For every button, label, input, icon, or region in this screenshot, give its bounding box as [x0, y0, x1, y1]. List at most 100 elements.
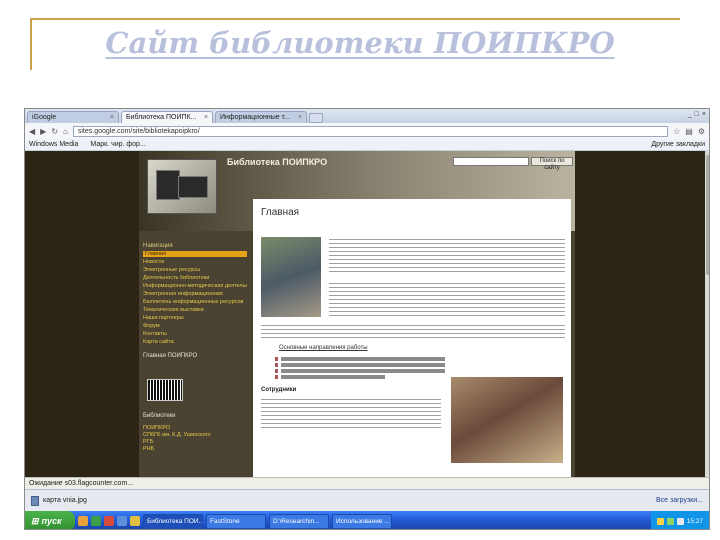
staff-heading: Сотрудники [261, 387, 297, 393]
body-text [261, 325, 565, 341]
close-icon[interactable]: × [298, 114, 302, 121]
tray-icon[interactable] [666, 517, 674, 525]
slide-title: Сайт библиотеки ПОИПКРО [105, 26, 615, 60]
minimize-icon[interactable]: _ [688, 111, 692, 118]
quicklaunch-icon[interactable] [130, 516, 140, 526]
star-icon[interactable]: ☆ [673, 127, 680, 136]
list-item [275, 375, 385, 379]
new-tab-button[interactable] [309, 113, 323, 123]
close-window-icon[interactable]: × [702, 111, 706, 118]
taskbar-item-library[interactable]: Библиотека ПОИ... [143, 513, 203, 529]
forward-icon[interactable]: ▶ [40, 127, 46, 136]
list-item [275, 357, 445, 361]
downloads-bar: карта vnia.jpg Все загрузки... [25, 489, 709, 511]
start-button[interactable]: ⊞ пуск [25, 511, 75, 529]
book-shape [178, 176, 208, 198]
bookmark-windows-media[interactable]: Windows Media [29, 141, 78, 148]
tray-icon[interactable] [656, 517, 664, 525]
download-filename: карта vnia.jpg [43, 497, 87, 504]
taskbar-item-folder[interactable]: D:\Researchin... [269, 513, 329, 529]
tab-library[interactable]: Библиотека ПОИПК... × [121, 111, 213, 123]
list-item [275, 363, 445, 367]
tab-strip: iGoogle × Библиотека ПОИПК... × Информацио… [25, 109, 709, 123]
taskbar-item-document[interactable]: Использование ... [332, 513, 392, 529]
maximize-icon[interactable]: □ [695, 111, 699, 118]
quicklaunch-icon[interactable] [117, 516, 127, 526]
nav-item-contacts[interactable]: Контакты [143, 331, 247, 337]
page-menu-icon[interactable]: ▤ [685, 127, 693, 136]
nav-sub-heading[interactable]: Главная ПОИПКРО [143, 353, 197, 359]
back-icon[interactable]: ◀ [29, 127, 35, 136]
tab-information[interactable]: Информационные т... × [215, 111, 307, 123]
nav-item-activity[interactable]: Деятельность библиотеки [143, 275, 247, 281]
taskbar-item-faststone[interactable]: FastStone [206, 513, 266, 529]
tab-label: Информационные т... [220, 114, 290, 121]
staff-text [261, 399, 441, 431]
windows-logo-icon: ⊞ [31, 515, 39, 526]
library-site: Библиотека ПОИПКРО Поиск по сайту Навига… [139, 151, 575, 477]
browser-screenshot: iGoogle × Библиотека ПОИПК... × Информацио… [24, 108, 710, 530]
tray-icon[interactable] [676, 517, 684, 525]
all-downloads-link[interactable]: Все загрузки... [656, 497, 703, 504]
nav-item-bulletin[interactable]: Бюллетень информационных ресурсов [143, 299, 247, 305]
reload-icon[interactable]: ↻ [51, 127, 58, 136]
start-label: пуск [41, 516, 62, 526]
windows-taskbar: ⊞ пуск Библиотека ПОИ... FastStone D:\Re… [25, 511, 709, 529]
nav-item-forum[interactable]: Форум [143, 323, 247, 329]
bookmarks-bar: Windows Media Марк. чир. фор... Другие з… [25, 139, 709, 151]
system-tray: 15:27 [650, 511, 709, 529]
nav-item-sitemap[interactable]: Карта сайта [143, 339, 247, 345]
nav-item-home[interactable]: Главная [143, 251, 247, 257]
barcode-image [147, 379, 183, 401]
address-bar[interactable]: sites.google.com/site/bibliotekapoipkro/ [72, 125, 669, 137]
home-icon[interactable]: ⌂ [63, 127, 68, 136]
quicklaunch-icon[interactable] [91, 516, 101, 526]
nav-link[interactable]: РНБ [143, 446, 154, 452]
site-name: Библиотека ПОИПКРО [227, 157, 328, 167]
site-search-input[interactable] [453, 157, 529, 166]
section-subhead[interactable]: Основные направления работы [279, 345, 368, 351]
intro-text [329, 239, 565, 275]
tab-label: Библиотека ПОИПК... [126, 114, 197, 121]
nav-heading: Навигация [143, 243, 173, 249]
site-search-button[interactable]: Поиск по сайту [531, 157, 573, 171]
tab-igoogle[interactable]: iGoogle × [27, 111, 119, 123]
book-shape [156, 170, 180, 200]
wrench-icon[interactable]: ⚙ [698, 127, 705, 136]
quicklaunch-icon[interactable] [104, 516, 114, 526]
nav-item-news[interactable]: Новости [143, 259, 247, 265]
list-item [275, 369, 445, 373]
nav-item-electronic[interactable]: Электронная информационная [143, 291, 247, 297]
nav-item-partners[interactable]: Наши партнеры [143, 315, 247, 321]
nav-links-heading: Библиотеки [143, 413, 176, 419]
scrollbar-thumb[interactable] [706, 155, 709, 275]
nav-link[interactable]: СПбГБ им. К.Д. Ушинского [143, 432, 211, 438]
quicklaunch-icon[interactable] [78, 516, 88, 526]
library-photo [261, 237, 321, 317]
main-content: Главная Основные направления работы Сотр… [253, 199, 571, 477]
status-bar: Ожидание s03.flagcounter.com... [25, 477, 709, 489]
page-title: Главная [261, 207, 300, 218]
tab-label: iGoogle [32, 114, 57, 121]
clock: 15:27 [686, 517, 703, 525]
file-icon [31, 495, 39, 506]
nav-item-resources[interactable]: Электронные ресурсы [143, 267, 247, 273]
window-controls: _ □ × [688, 111, 706, 118]
site-logo-image [147, 159, 217, 214]
left-navigation: Навигация Главная Новости Электронные ре… [139, 231, 251, 477]
browser-toolbar: ◀ ▶ ↻ ⌂ sites.google.com/site/biblioteka… [25, 123, 709, 139]
reading-room-photo [451, 377, 563, 463]
close-icon[interactable]: × [204, 114, 208, 121]
nav-link[interactable]: ПОИПКРО [143, 425, 170, 431]
nav-link[interactable]: РГБ [143, 439, 153, 445]
slide-frame-top [30, 18, 680, 20]
bookmark-mark[interactable]: Марк. чир. фор... [90, 141, 145, 148]
nav-item-methodical[interactable]: Информационно-методическая деятельность [143, 283, 247, 289]
download-item[interactable]: карта vnia.jpg [31, 495, 87, 506]
intro-text [329, 283, 565, 319]
page-viewport: Библиотека ПОИПКРО Поиск по сайту Навига… [25, 151, 709, 477]
vertical-scrollbar[interactable] [705, 151, 709, 477]
close-icon[interactable]: × [110, 114, 114, 121]
other-bookmarks[interactable]: Другие закладки [651, 141, 705, 148]
nav-item-exhibitions[interactable]: Тематические выставки [143, 307, 247, 313]
